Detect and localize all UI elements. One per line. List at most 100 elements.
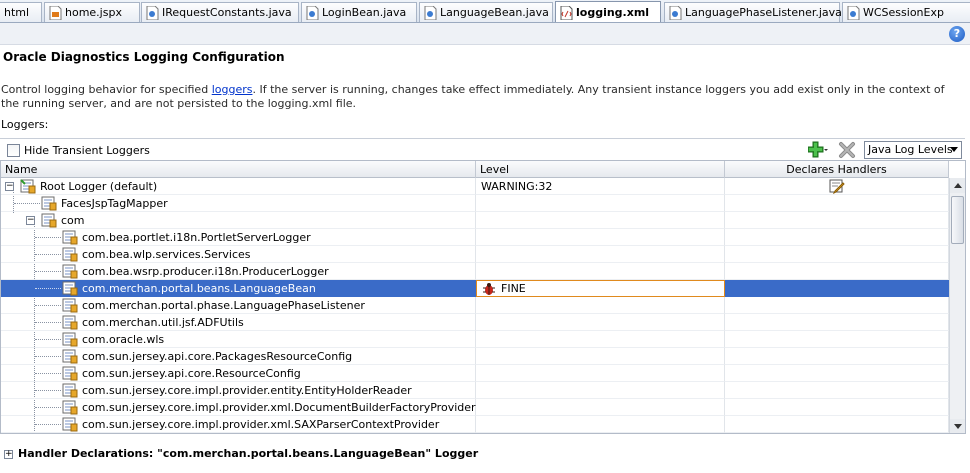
- level-cell[interactable]: [476, 212, 725, 229]
- collapse-icon[interactable]: −: [5, 182, 14, 191]
- table-row[interactable]: com.merchan.util.jsf.ADFUtils: [1, 314, 949, 331]
- name-cell: − Root Logger (default): [1, 178, 476, 195]
- declares-handlers-cell[interactable]: [725, 178, 949, 195]
- tree-connector: [35, 288, 61, 289]
- log-levels-value: Java Log Levels: [868, 143, 953, 156]
- tree-connector: [35, 237, 61, 238]
- declares-handlers-cell[interactable]: [725, 212, 949, 229]
- table-row[interactable]: com.sun.jersey.core.impl.provider.xml.Do…: [1, 399, 949, 416]
- edit-handlers-icon[interactable]: [829, 179, 845, 194]
- tab-irequestconstants-java[interactable]: IRequestConstants.java: [141, 2, 299, 22]
- level-cell[interactable]: [476, 331, 725, 348]
- description: Control logging behavior for specified l…: [1, 83, 966, 111]
- declares-handlers-cell[interactable]: [725, 195, 949, 212]
- chevron-down-icon: [950, 147, 958, 152]
- level-editor-cell[interactable]: FINE: [476, 280, 725, 297]
- level-cell[interactable]: [476, 416, 725, 433]
- column-header-name[interactable]: Name: [1, 161, 476, 178]
- table-row[interactable]: com.sun.jersey.core.impl.provider.xml.SA…: [1, 416, 949, 433]
- bug-icon: [483, 283, 495, 295]
- declares-handlers-cell[interactable]: [725, 348, 949, 365]
- declares-handlers-cell[interactable]: [725, 314, 949, 331]
- column-header-declares-handlers[interactable]: Declares Handlers: [725, 161, 949, 178]
- logger-name: com.merchan.portal.phase.LanguagePhaseLi…: [82, 299, 365, 312]
- tree-connector: [35, 254, 61, 255]
- collapse-icon[interactable]: −: [26, 216, 35, 225]
- declares-handlers-cell[interactable]: [725, 246, 949, 263]
- scroll-down-button[interactable]: [950, 419, 965, 433]
- tab-loginbean-java[interactable]: LoginBean.java: [301, 2, 417, 22]
- name-cell: com.sun.jersey.api.core.PackagesResource…: [1, 348, 476, 365]
- editor-header-bar: ?: [0, 23, 970, 45]
- table-row-selected[interactable]: com.merchan.portal.beans.LanguageBean FI…: [1, 280, 949, 297]
- declares-handlers-cell[interactable]: [725, 229, 949, 246]
- table-row[interactable]: com.sun.jersey.core.impl.provider.entity…: [1, 382, 949, 399]
- declares-handlers-cell[interactable]: [725, 416, 949, 433]
- level-cell[interactable]: [476, 348, 725, 365]
- table-row[interactable]: − Root Logger (default) WARNING:32: [1, 178, 949, 195]
- declares-handlers-cell[interactable]: [725, 382, 949, 399]
- logger-name: com.sun.jersey.core.impl.provider.xml.SA…: [82, 418, 440, 431]
- tab-languagebean-java[interactable]: LanguageBean.java: [419, 2, 553, 22]
- table-row[interactable]: com.oracle.wls: [1, 331, 949, 348]
- scroll-up-button[interactable]: [950, 178, 965, 193]
- handler-declarations-label[interactable]: Handler Declarations: "com.merchan.porta…: [18, 447, 478, 460]
- level-cell[interactable]: [476, 229, 725, 246]
- declares-handlers-cell[interactable]: [725, 280, 949, 297]
- level-cell[interactable]: [476, 195, 725, 212]
- logger-name: com.oracle.wls: [82, 333, 165, 346]
- tab-logging-xml[interactable]: logging.xml: [555, 1, 661, 22]
- logger-name: com.bea.portlet.i18n.PortletServerLogger: [82, 231, 311, 244]
- log-levels-select[interactable]: Java Log Levels: [864, 141, 962, 159]
- declares-handlers-cell[interactable]: [725, 331, 949, 348]
- tree-connector: [35, 305, 61, 306]
- expand-icon[interactable]: +: [4, 450, 13, 459]
- hide-transient-loggers-checkbox[interactable]: [7, 144, 20, 157]
- level-cell[interactable]: [476, 263, 725, 280]
- column-header-level[interactable]: Level: [476, 161, 725, 178]
- level-cell[interactable]: [476, 297, 725, 314]
- tree-connector: [14, 203, 40, 204]
- logger-icon: [62, 247, 78, 262]
- level-cell[interactable]: [476, 365, 725, 382]
- table-row[interactable]: FacesJspTagMapper: [1, 195, 949, 212]
- declares-handlers-cell[interactable]: [725, 365, 949, 382]
- loggers-section-label: Loggers:: [1, 118, 49, 131]
- tab-label: WCSessionExp: [863, 6, 944, 19]
- tab-wcsessionexp[interactable]: WCSessionExp: [842, 2, 970, 22]
- declares-handlers-cell[interactable]: [725, 399, 949, 416]
- level-cell[interactable]: [476, 246, 725, 263]
- tab-html[interactable]: html: [0, 2, 42, 22]
- table-row[interactable]: com.bea.wsrp.producer.i18n.ProducerLogge…: [1, 263, 949, 280]
- add-logger-icon[interactable]: [808, 141, 828, 159]
- level-cell[interactable]: WARNING:32: [476, 178, 725, 195]
- loggers-link[interactable]: loggers: [212, 83, 253, 96]
- vertical-scrollbar[interactable]: [949, 178, 965, 433]
- tab-languagephaselistener-java[interactable]: LanguagePhaseListener.java: [664, 2, 842, 22]
- declares-handlers-cell[interactable]: [725, 297, 949, 314]
- remove-logger-icon[interactable]: [838, 141, 856, 159]
- help-icon[interactable]: ?: [949, 26, 965, 42]
- table-row[interactable]: com.sun.jersey.api.core.PackagesResource…: [1, 348, 949, 365]
- declares-handlers-cell[interactable]: [725, 263, 949, 280]
- logger-icon: [62, 281, 78, 296]
- logger-icon: [62, 400, 78, 415]
- table-row[interactable]: com.merchan.portal.phase.LanguagePhaseLi…: [1, 297, 949, 314]
- table-row[interactable]: com.bea.wlp.services.Services: [1, 246, 949, 263]
- logger-icon: [62, 383, 78, 398]
- level-cell[interactable]: [476, 382, 725, 399]
- logger-name: com.sun.jersey.core.impl.provider.entity…: [82, 384, 412, 397]
- level-cell[interactable]: [476, 399, 725, 416]
- table-row[interactable]: − com: [1, 212, 949, 229]
- table-row[interactable]: com.sun.jersey.api.core.ResourceConfig: [1, 365, 949, 382]
- hide-transient-loggers-label: Hide Transient Loggers: [24, 144, 150, 157]
- scrollbar-thumb[interactable]: [951, 196, 964, 244]
- tab-home-jspx[interactable]: home.jspx: [44, 2, 140, 22]
- table-row[interactable]: com.bea.portlet.i18n.PortletServerLogger: [1, 229, 949, 246]
- description-text: Control logging behavior for specified: [1, 83, 212, 96]
- level-cell[interactable]: [476, 314, 725, 331]
- page-title: Oracle Diagnostics Logging Configuration: [3, 50, 285, 64]
- tree-connector: [35, 407, 61, 408]
- name-cell: com.bea.wlp.services.Services: [1, 246, 476, 263]
- name-cell: − com: [1, 212, 476, 229]
